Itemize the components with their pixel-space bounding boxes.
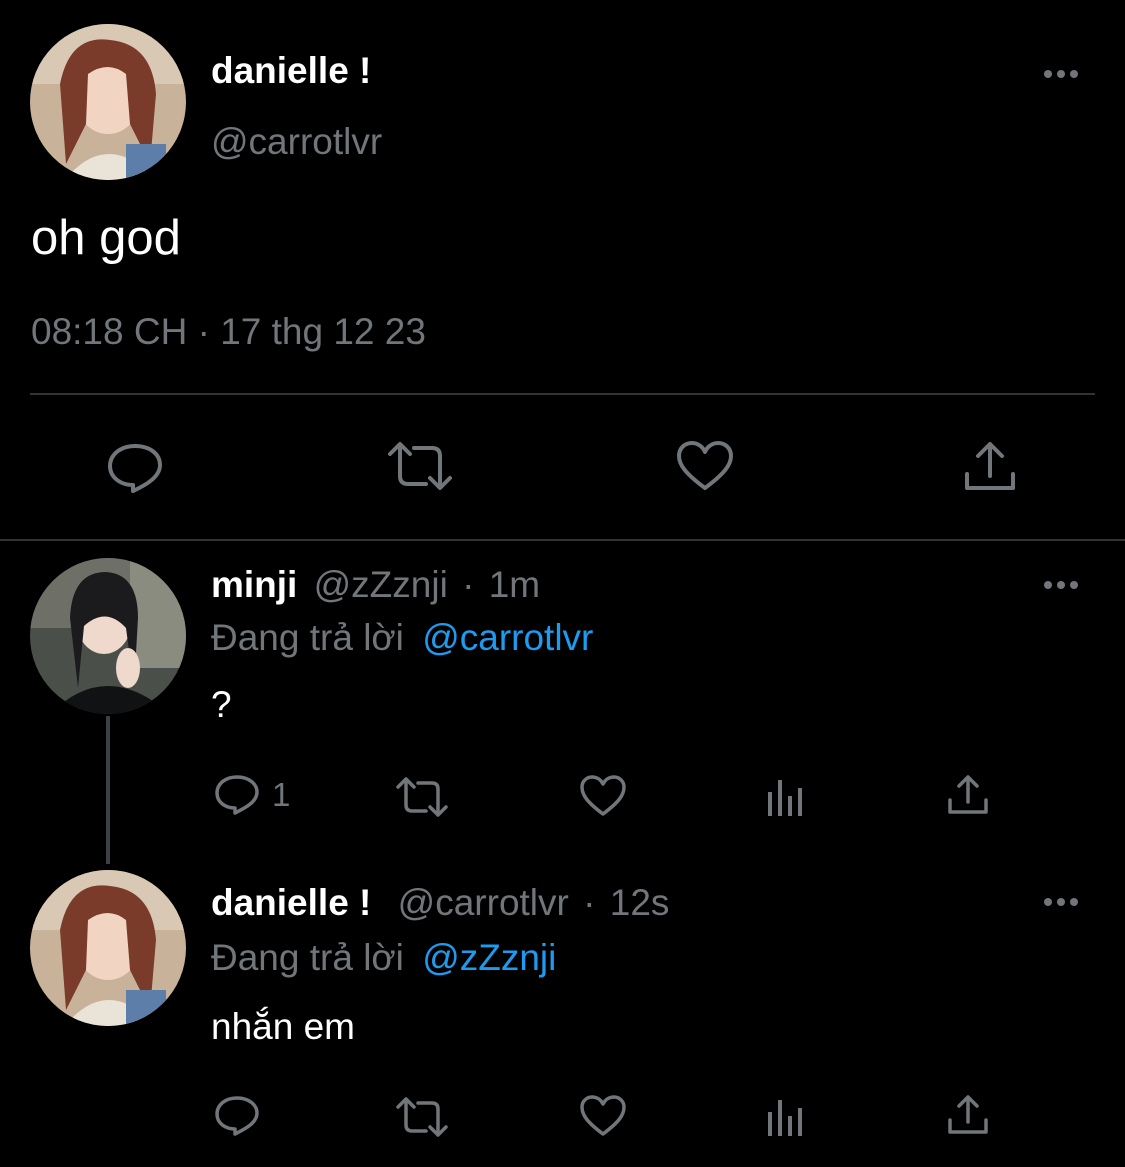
heart-icon[interactable]	[676, 440, 734, 492]
replying-to: Đang trả lời @carrotlvr	[211, 617, 593, 659]
divider	[0, 539, 1125, 541]
time-ago[interactable]: 1m	[489, 564, 540, 605]
replying-to: Đang trả lời @zZznji	[211, 937, 556, 979]
bar-chart-icon[interactable]	[766, 778, 806, 816]
reply-text: nhắn em	[211, 1006, 355, 1047]
more-options-icon[interactable]	[1040, 575, 1082, 595]
reply-icon[interactable]	[214, 1094, 260, 1138]
more-options-icon[interactable]	[1040, 64, 1082, 84]
heart-icon[interactable]	[579, 774, 627, 818]
replying-to-label: Đang trả lời	[211, 617, 404, 658]
avatar-danielle[interactable]	[30, 24, 186, 180]
display-name[interactable]: danielle !	[211, 882, 371, 923]
replying-to-handle[interactable]: @zZznji	[422, 937, 556, 978]
reply-button[interactable]: 1	[214, 772, 290, 818]
reply-text: ?	[211, 684, 232, 725]
retweet-icon[interactable]	[395, 776, 449, 818]
reply-header: danielle ! @carrotlvr · 12s	[211, 882, 669, 924]
reply-icon	[214, 773, 260, 817]
display-name[interactable]: danielle !	[211, 50, 371, 92]
divider	[30, 393, 1095, 395]
user-handle[interactable]: @carrotlvr	[211, 121, 382, 163]
bar-chart-icon[interactable]	[766, 1098, 806, 1136]
reply-icon[interactable]	[106, 440, 164, 496]
retweet-icon[interactable]	[395, 1096, 449, 1138]
user-handle[interactable]: @zZznji	[314, 564, 448, 605]
thread-connector	[106, 716, 110, 864]
avatar-danielle[interactable]	[30, 870, 186, 1026]
heart-icon[interactable]	[579, 1094, 627, 1138]
replying-to-label: Đang trả lời	[211, 937, 404, 978]
tweet-text: oh god	[31, 211, 181, 265]
reply-count: 1	[272, 776, 291, 813]
separator-dot: ·	[583, 882, 596, 923]
time-ago[interactable]: 12s	[610, 882, 670, 923]
share-icon[interactable]	[946, 1094, 990, 1136]
more-options-icon[interactable]	[1040, 892, 1082, 912]
replying-to-handle[interactable]: @carrotlvr	[422, 617, 593, 658]
avatar-minji[interactable]	[30, 558, 186, 714]
display-name[interactable]: minji	[211, 564, 297, 605]
tweet-timestamp[interactable]: 08:18 CH · 17 thg 12 23	[31, 310, 426, 354]
separator-dot: ·	[462, 564, 475, 605]
reply-header: minji @zZznji · 1m	[211, 564, 540, 606]
share-icon[interactable]	[946, 774, 990, 816]
user-handle[interactable]: @carrotlvr	[398, 882, 569, 923]
retweet-icon[interactable]	[386, 440, 454, 492]
share-icon[interactable]	[962, 440, 1018, 494]
